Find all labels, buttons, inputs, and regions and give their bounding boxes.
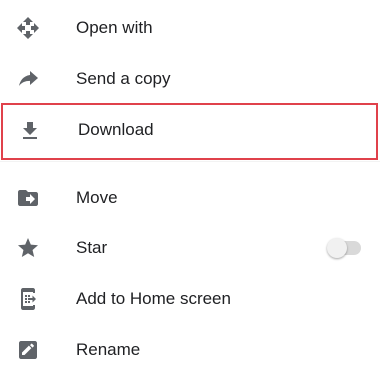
toggle-thumb <box>327 238 347 258</box>
add-to-home-icon <box>16 287 40 311</box>
open-with-icon <box>16 16 40 40</box>
menu-item-label: Open with <box>76 18 153 37</box>
menu-item-label: Download <box>78 120 154 139</box>
star-toggle[interactable] <box>327 238 363 258</box>
menu-item-label: Star <box>76 238 108 257</box>
menu-item-add-to-home-screen[interactable]: Add to Home screen <box>0 273 380 323</box>
file-action-menu: Open with Send a copy Download Move Star <box>0 0 380 378</box>
star-icon <box>16 236 40 260</box>
menu-item-label: Rename <box>76 340 141 359</box>
menu-item-label: Add to Home screen <box>76 289 231 308</box>
menu-item-move[interactable]: Move <box>0 172 380 222</box>
rename-icon <box>16 338 40 362</box>
menu-item-rename[interactable]: Rename <box>0 324 380 374</box>
menu-item-label: Send a copy <box>76 69 171 88</box>
share-arrow-icon <box>16 67 40 91</box>
menu-divider <box>0 161 380 162</box>
menu-item-star[interactable]: Star <box>0 222 380 272</box>
menu-item-open-with[interactable]: Open with <box>0 2 380 52</box>
menu-item-send-a-copy[interactable]: Send a copy <box>0 53 380 103</box>
menu-item-download[interactable]: Download <box>1 103 378 160</box>
download-icon <box>18 119 42 143</box>
menu-item-label: Move <box>76 188 118 207</box>
move-folder-icon <box>16 186 40 210</box>
